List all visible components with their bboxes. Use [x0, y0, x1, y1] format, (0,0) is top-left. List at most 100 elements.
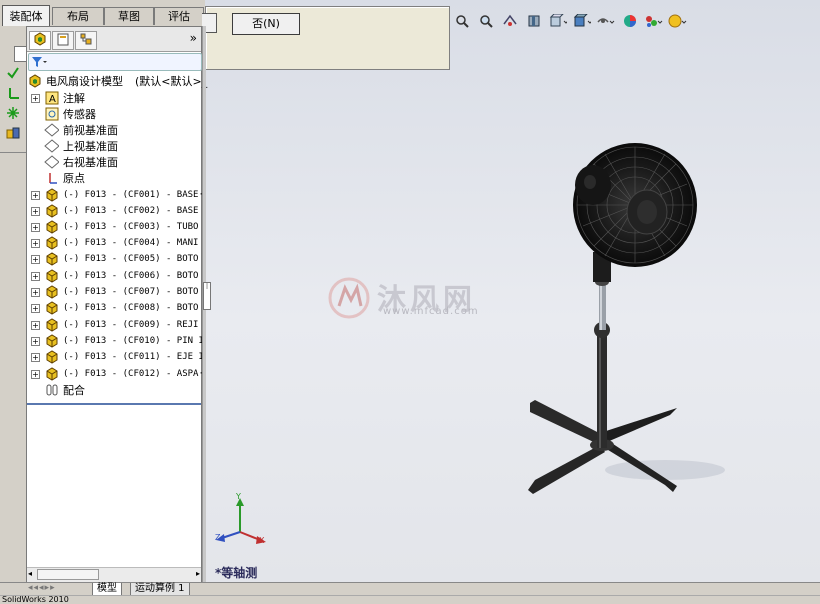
tree-component[interactable]: + (-) F013 - (CF005) - BOTO: [31, 251, 198, 267]
tab-evaluate[interactable]: 评估: [154, 7, 204, 25]
expand-icon[interactable]: +: [31, 222, 40, 232]
tab-sketch[interactable]: 草图: [104, 7, 154, 25]
part-icon: [44, 367, 59, 381]
svg-text:A: A: [49, 94, 56, 105]
expand-icon[interactable]: +: [31, 254, 40, 264]
tree-item-label: 上视基准面: [63, 140, 118, 153]
expand-icon[interactable]: +: [31, 352, 40, 362]
left-tool-strip: [0, 26, 28, 582]
no-button[interactable]: 否(N): [232, 13, 300, 35]
configurationmanager-tab-icon[interactable]: [75, 31, 97, 50]
featuremanager-tab-icon[interactable]: [29, 31, 51, 50]
confirm-dialog: 否(N): [202, 6, 450, 70]
expand-icon[interactable]: +: [31, 369, 40, 379]
section-view-icon[interactable]: [524, 12, 544, 30]
triad-y-label: Y: [236, 492, 241, 501]
tree-component[interactable]: + (-) F013 - (CF001) - BASE·: [31, 187, 204, 203]
hide-show-items-icon[interactable]: [596, 12, 616, 30]
expand-icon[interactable]: +: [31, 271, 40, 281]
expand-icon[interactable]: +: [31, 93, 40, 103]
display-style-icon[interactable]: [572, 12, 592, 30]
annotation-icon: A: [44, 91, 59, 105]
part-icon: [44, 204, 59, 218]
tree-item-sensors[interactable]: 传感器: [31, 106, 96, 122]
tab-nav-arrows-icon[interactable]: ◂◂◂▸▸: [28, 583, 56, 593]
mates-icon: [44, 383, 59, 397]
expand-icon[interactable]: +: [31, 238, 40, 248]
tree-item-label: 配合: [63, 384, 85, 397]
triad-x-label: X: [259, 536, 265, 545]
tree-component[interactable]: + (-) F013 - (CF004) - MANI: [31, 235, 198, 251]
tree-component[interactable]: + (-) F013 - (CF006) - BOTO: [31, 268, 198, 284]
tree-root[interactable]: 电风扇设计模型 (默认<默认>_: [27, 73, 207, 89]
tree-item-label: 右视基准面: [63, 156, 118, 169]
expand-icon[interactable]: +: [31, 190, 40, 200]
graphics-viewport[interactable]: 沐风网 www.mfcad.com Y X Z *等轴测: [205, 0, 820, 582]
component-label: (-) F013 - (CF006) - BOTO: [63, 271, 199, 281]
feature-manager-panel: » 电风扇设计模型 (默认<默认>_ + A 注解 传感器 前视基准面 上视基准…: [26, 26, 207, 582]
tree-item-origin[interactable]: 原点: [31, 170, 85, 186]
watermark-logo-icon: [328, 277, 370, 319]
tree-item-annotations[interactable]: + A 注解: [31, 90, 85, 106]
horizontal-scrollbar[interactable]: ◂ ▸: [27, 567, 201, 582]
component-label: (-) F013 - (CF002) - BASE: [63, 206, 199, 216]
fan-3d-model[interactable]: [505, 140, 735, 500]
tree-filter[interactable]: [28, 53, 202, 71]
zoom-to-fit-icon[interactable]: [452, 12, 472, 30]
component-label: (-) F013 - (CF012) - ASPA·: [63, 369, 204, 379]
expand-icon[interactable]: +: [31, 206, 40, 216]
part-icon: [44, 350, 59, 364]
expand-icon[interactable]: +: [31, 287, 40, 297]
appearance-icon[interactable]: [5, 126, 21, 142]
expand-panel-icon[interactable]: »: [190, 31, 197, 45]
propertymanager-tab-icon[interactable]: [52, 31, 74, 50]
check-mark-icon[interactable]: [5, 66, 21, 82]
plane-icon: [44, 155, 59, 169]
tree-item-top-plane[interactable]: 上视基准面: [31, 138, 118, 154]
scroll-right-icon[interactable]: ▸: [196, 569, 200, 578]
sensor-star-icon[interactable]: [5, 106, 21, 122]
edit-appearance-icon[interactable]: [620, 12, 640, 30]
scroll-left-icon[interactable]: ◂: [28, 569, 32, 578]
tab-assembly[interactable]: 装配体: [2, 5, 50, 27]
tree-root-label: 电风扇设计模型: [46, 75, 123, 88]
tree-item-right-plane[interactable]: 右视基准面: [31, 154, 118, 170]
expand-icon[interactable]: +: [31, 336, 40, 346]
previous-view-icon[interactable]: [500, 12, 520, 30]
bottom-tab-bar: ◂◂◂▸▸ 模型 运动算例 1: [0, 582, 820, 596]
tree-component[interactable]: + (-) F013 - (CF012) - ASPA·: [31, 366, 204, 382]
part-icon: [44, 252, 59, 266]
tree-component[interactable]: + (-) F013 - (CF010) - PIN I: [31, 333, 204, 349]
coordinate-system-icon[interactable]: [5, 86, 21, 102]
part-icon: [44, 334, 59, 348]
expand-icon[interactable]: +: [31, 320, 40, 330]
tree-item-label: 传感器: [63, 108, 96, 121]
tree-component[interactable]: + (-) F013 - (CF011) - EJE I: [31, 349, 204, 365]
tree-component[interactable]: + (-) F013 - (CF008) - BOTO: [31, 300, 198, 316]
part-icon: [44, 188, 59, 202]
component-label: (-) F013 - (CF007) - BOTO: [63, 287, 199, 297]
scrollbar-thumb[interactable]: [37, 569, 99, 580]
view-settings-icon[interactable]: [668, 12, 688, 30]
tree-root-config: (默认<默认>_: [135, 75, 208, 88]
component-label: (-) F013 - (CF008) - BOTO: [63, 303, 199, 313]
component-label: (-) F013 - (CF005) - BOTO: [63, 254, 199, 264]
filter-icon[interactable]: [31, 56, 47, 68]
expand-icon[interactable]: +: [31, 303, 40, 313]
tab-layout[interactable]: 布局: [52, 7, 104, 25]
tree-component[interactable]: + (-) F013 - (CF002) - BASE: [31, 203, 198, 219]
sensor-icon: [44, 107, 59, 121]
tree-item-front-plane[interactable]: 前视基准面: [31, 122, 118, 138]
zoom-to-area-icon[interactable]: [476, 12, 496, 30]
tree-component[interactable]: + (-) F013 - (CF009) - REJI: [31, 317, 198, 333]
tree-component[interactable]: + (-) F013 - (CF007) - BOTO: [31, 284, 198, 300]
tree-component[interactable]: + (-) F013 - (CF003) - TUBO: [31, 219, 198, 235]
component-label: (-) F013 - (CF011) - EJE I: [63, 352, 204, 362]
component-label: (-) F013 - (CF001) - BASE·: [63, 190, 204, 200]
panel-tabs: »: [27, 27, 201, 52]
splitter-grip-icon[interactable]: ⁝: [203, 282, 211, 310]
view-orientation-icon[interactable]: [548, 12, 568, 30]
tree-item-mates[interactable]: 配合: [31, 382, 85, 398]
apply-scene-icon[interactable]: [644, 12, 664, 30]
part-icon: [44, 220, 59, 234]
